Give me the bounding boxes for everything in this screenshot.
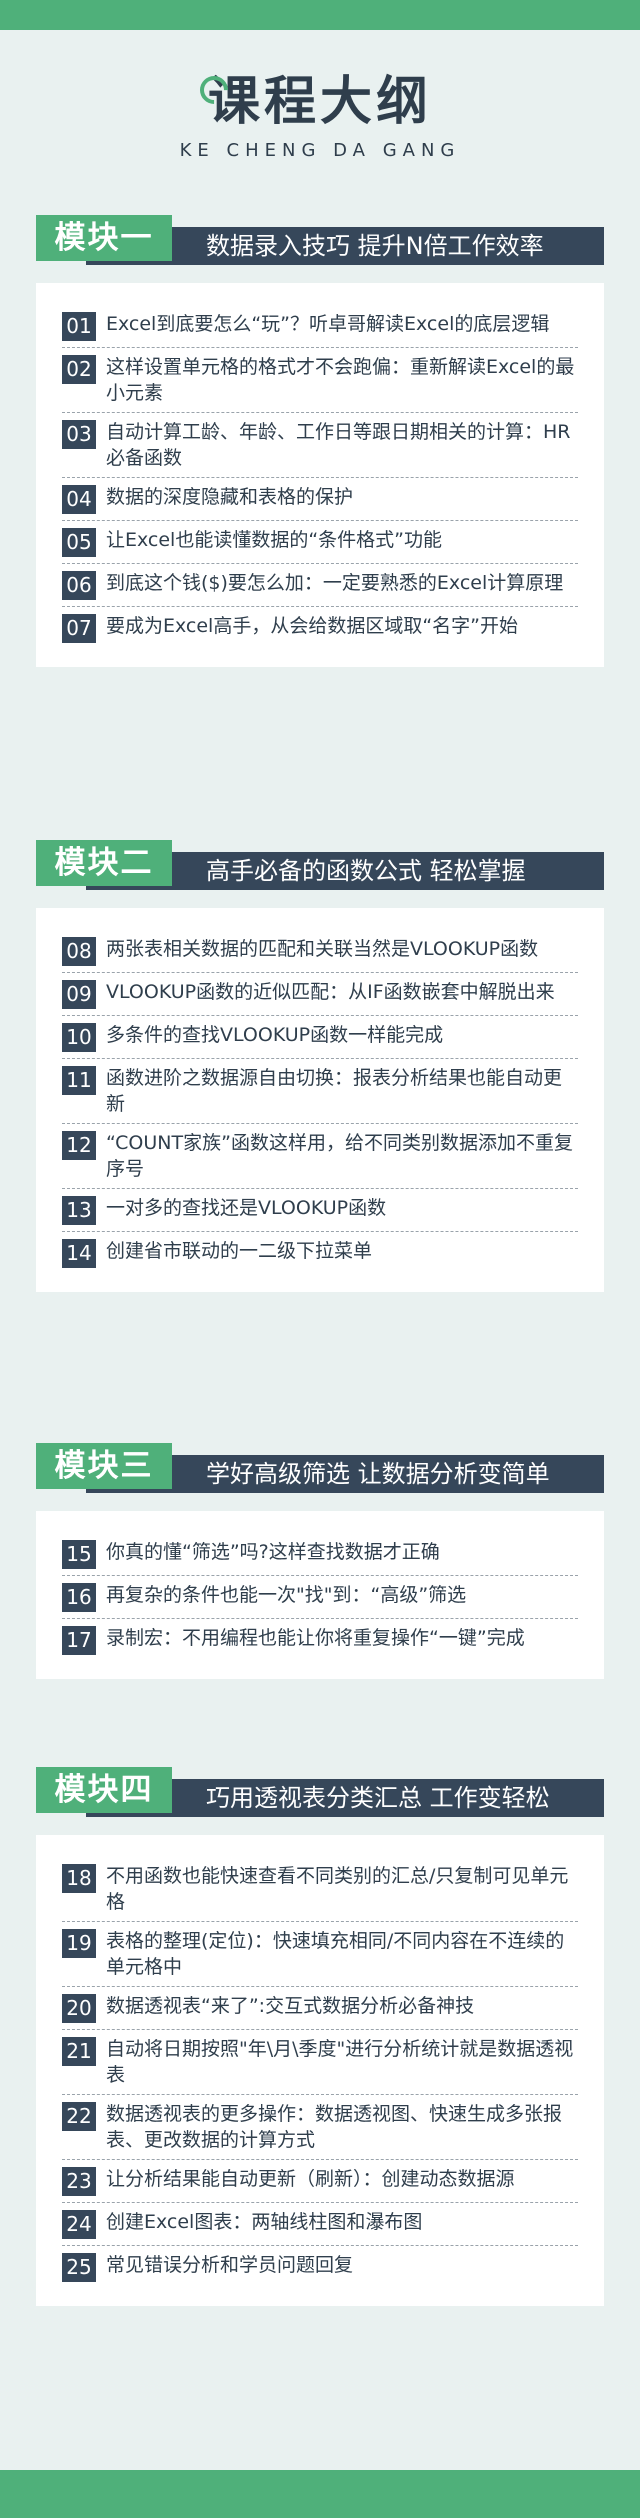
lesson-item: 23 让分析结果能自动更新（刷新）：创建动态数据源	[62, 2160, 578, 2203]
lesson-title: 要成为Excel高手，从会给数据区域取“名字”开始	[106, 615, 519, 637]
lesson-item: 25 常见错误分析和学员问题回复	[62, 2246, 578, 2288]
lesson-list: 08 两张表相关数据的匹配和关联当然是VLOOKUP函数 09 VLOOKUP函数的近…	[36, 908, 604, 1292]
lesson-number: 19	[62, 1929, 96, 1958]
lesson-title: “COUNT家族”函数这样用，给不同类别数据添加不重复序号	[106, 1132, 573, 1180]
module-badge: 模块二	[36, 840, 172, 886]
lesson-number: 21	[62, 2037, 96, 2066]
lesson-item: 11 函数进阶之数据源自由切换：报表分析结果也能自动更新	[62, 1059, 578, 1124]
lesson-item: 22 数据透视表的更多操作：数据透视图、快速生成多张报表、更改数据的计算方式	[62, 2095, 578, 2160]
lesson-title: 再复杂的条件也能一次"找"到：“高级”筛选	[106, 1584, 467, 1606]
lesson-title: 自动计算工龄、年龄、工作日等跟日期相关的计算：HR必备函数	[106, 421, 571, 469]
lesson-item: 13 一对多的查找还是VLOOKUP函数	[62, 1189, 578, 1232]
lesson-number: 23	[62, 2167, 96, 2196]
module-badge: 模块四	[36, 1767, 172, 1813]
lesson-item: 10 多条件的查找VLOOKUP函数一样能完成	[62, 1016, 578, 1059]
lesson-list: 15 你真的懂“筛选”吗?这样查找数据才正确 16 再复杂的条件也能一次"找"到：“高…	[36, 1511, 604, 1679]
lesson-title: 函数进阶之数据源自由切换：报表分析结果也能自动更新	[106, 1067, 563, 1115]
lesson-title: 录制宏：不用编程也能让你将重复操作“一键”完成	[106, 1627, 525, 1649]
lesson-number: 10	[62, 1023, 96, 1052]
lesson-number: 16	[62, 1583, 96, 1612]
lesson-number: 15	[62, 1540, 96, 1569]
lesson-number: 07	[62, 614, 96, 643]
lesson-number: 01	[62, 312, 96, 341]
lesson-title: 不用函数也能快速查看不同类别的汇总/只复制可见单元格	[106, 1865, 569, 1913]
lesson-number: 22	[62, 2102, 96, 2131]
bottom-banner	[0, 2470, 640, 2518]
lesson-item: 12 “COUNT家族”函数这样用，给不同类别数据添加不重复序号	[62, 1124, 578, 1189]
lesson-title: 一对多的查找还是VLOOKUP函数	[106, 1197, 387, 1219]
lesson-title: 数据透视表“来了”:交互式数据分析必备神技	[106, 1995, 475, 2017]
lesson-number: 09	[62, 980, 96, 1009]
lesson-item: 21 自动将日期按照"年\月\季度"进行分析统计就是数据透视表	[62, 2030, 578, 2095]
module-header: 高手必备的函数公式 轻松掌握 模块二	[36, 840, 604, 890]
lesson-item: 15 你真的懂“筛选”吗?这样查找数据才正确	[62, 1533, 578, 1576]
module-section: 数据录入技巧 提升N倍工作效率 模块一 01 Excel到底要怎么“玩”？听卓哥解读E…	[36, 215, 604, 667]
lesson-number: 11	[62, 1066, 96, 1095]
module-badge: 模块三	[36, 1443, 172, 1489]
lesson-number: 24	[62, 2210, 96, 2239]
lesson-item: 01 Excel到底要怎么“玩”？听卓哥解读Excel的底层逻辑	[62, 305, 578, 348]
lesson-title: VLOOKUP函数的近似匹配：从IF函数嵌套中解脱出来	[106, 981, 555, 1003]
lesson-number: 04	[62, 485, 96, 514]
module-section: 巧用透视表分类汇总 工作变轻松 模块四 18 不用函数也能快速查看不同类别的汇总/只复…	[36, 1767, 604, 2306]
lesson-item: 19 表格的整理(定位)：快速填充相同/不同内容在不连续的单元格中	[62, 1922, 578, 1987]
lesson-title: 让分析结果能自动更新（刷新）：创建动态数据源	[106, 2168, 515, 2190]
lesson-title: 数据透视表的更多操作：数据透视图、快速生成多张报表、更改数据的计算方式	[106, 2103, 563, 2151]
module-header: 学好高级筛选 让数据分析变简单 模块三	[36, 1443, 604, 1493]
top-banner	[0, 0, 640, 30]
page-subtitle: KE CHENG DA GANG	[179, 140, 461, 161]
lesson-item: 08 两张表相关数据的匹配和关联当然是VLOOKUP函数	[62, 930, 578, 973]
lesson-item: 17 录制宏：不用编程也能让你将重复操作“一键”完成	[62, 1619, 578, 1661]
lesson-title: 这样设置单元格的格式才不会跑偏：重新解读Excel的最小元素	[106, 356, 575, 404]
lesson-item: 18 不用函数也能快速查看不同类别的汇总/只复制可见单元格	[62, 1857, 578, 1922]
lesson-title: 两张表相关数据的匹配和关联当然是VLOOKUP函数	[106, 938, 539, 960]
lesson-number: 18	[62, 1864, 96, 1893]
lesson-list: 18 不用函数也能快速查看不同类别的汇总/只复制可见单元格 19 表格的整理(定位)：…	[36, 1835, 604, 2306]
lesson-title: 自动将日期按照"年\月\季度"进行分析统计就是数据透视表	[106, 2038, 574, 2086]
lesson-item: 20 数据透视表“来了”:交互式数据分析必备神技	[62, 1987, 578, 2030]
lesson-title: 让Excel也能读懂数据的“条件格式”功能	[106, 529, 443, 551]
lesson-number: 02	[62, 355, 96, 384]
module-badge: 模块一	[36, 215, 172, 261]
lesson-number: 08	[62, 937, 96, 966]
title-block: 课程大纲 KE CHENG DA GANG	[0, 70, 640, 161]
lesson-number: 03	[62, 420, 96, 449]
lesson-title: 多条件的查找VLOOKUP函数一样能完成	[106, 1024, 444, 1046]
lesson-item: 09 VLOOKUP函数的近似匹配：从IF函数嵌套中解脱出来	[62, 973, 578, 1016]
lesson-title: 创建Excel图表：两轴线柱图和瀑布图	[106, 2211, 423, 2233]
lesson-item: 04 数据的深度隐藏和表格的保护	[62, 478, 578, 521]
lesson-item: 16 再复杂的条件也能一次"找"到：“高级”筛选	[62, 1576, 578, 1619]
page-title: 课程大纲	[194, 70, 432, 134]
lesson-number: 06	[62, 571, 96, 600]
lesson-item: 24 创建Excel图表：两轴线柱图和瀑布图	[62, 2203, 578, 2246]
lesson-title: 数据的深度隐藏和表格的保护	[106, 486, 354, 508]
lesson-item: 07 要成为Excel高手，从会给数据区域取“名字”开始	[62, 607, 578, 649]
lesson-number: 17	[62, 1626, 96, 1655]
lesson-title: 常见错误分析和学员问题回复	[106, 2254, 354, 2276]
module-header: 巧用透视表分类汇总 工作变轻松 模块四	[36, 1767, 604, 1817]
lesson-item: 06 到底这个钱($)要怎么加：一定要熟悉的Excel计算原理	[62, 564, 578, 607]
lesson-item: 05 让Excel也能读懂数据的“条件格式”功能	[62, 521, 578, 564]
lesson-title: 创建省市联动的一二级下拉菜单	[106, 1240, 373, 1262]
lesson-title: Excel到底要怎么“玩”？听卓哥解读Excel的底层逻辑	[106, 313, 550, 335]
lesson-title: 到底这个钱($)要怎么加：一定要熟悉的Excel计算原理	[106, 572, 564, 594]
module-header: 数据录入技巧 提升N倍工作效率 模块一	[36, 215, 604, 265]
lesson-number: 20	[62, 1994, 96, 2023]
lesson-item: 02 这样设置单元格的格式才不会跑偏：重新解读Excel的最小元素	[62, 348, 578, 413]
lesson-number: 25	[62, 2253, 96, 2282]
module-section: 学好高级筛选 让数据分析变简单 模块三 15 你真的懂“筛选”吗?这样查找数据才正确 1…	[36, 1443, 604, 1679]
lesson-title: 你真的懂“筛选”吗?这样查找数据才正确	[106, 1541, 440, 1563]
lesson-number: 05	[62, 528, 96, 557]
lesson-title: 表格的整理(定位)：快速填充相同/不同内容在不连续的单元格中	[106, 1930, 565, 1978]
module-section: 高手必备的函数公式 轻松掌握 模块二 08 两张表相关数据的匹配和关联当然是VLOOK…	[36, 840, 604, 1292]
lesson-number: 13	[62, 1196, 96, 1225]
lesson-item: 03 自动计算工龄、年龄、工作日等跟日期相关的计算：HR必备函数	[62, 413, 578, 478]
lesson-number: 12	[62, 1131, 96, 1160]
lesson-number: 14	[62, 1239, 96, 1268]
lesson-list: 01 Excel到底要怎么“玩”？听卓哥解读Excel的底层逻辑 02 这样设置单元格…	[36, 283, 604, 667]
lesson-item: 14 创建省市联动的一二级下拉菜单	[62, 1232, 578, 1274]
